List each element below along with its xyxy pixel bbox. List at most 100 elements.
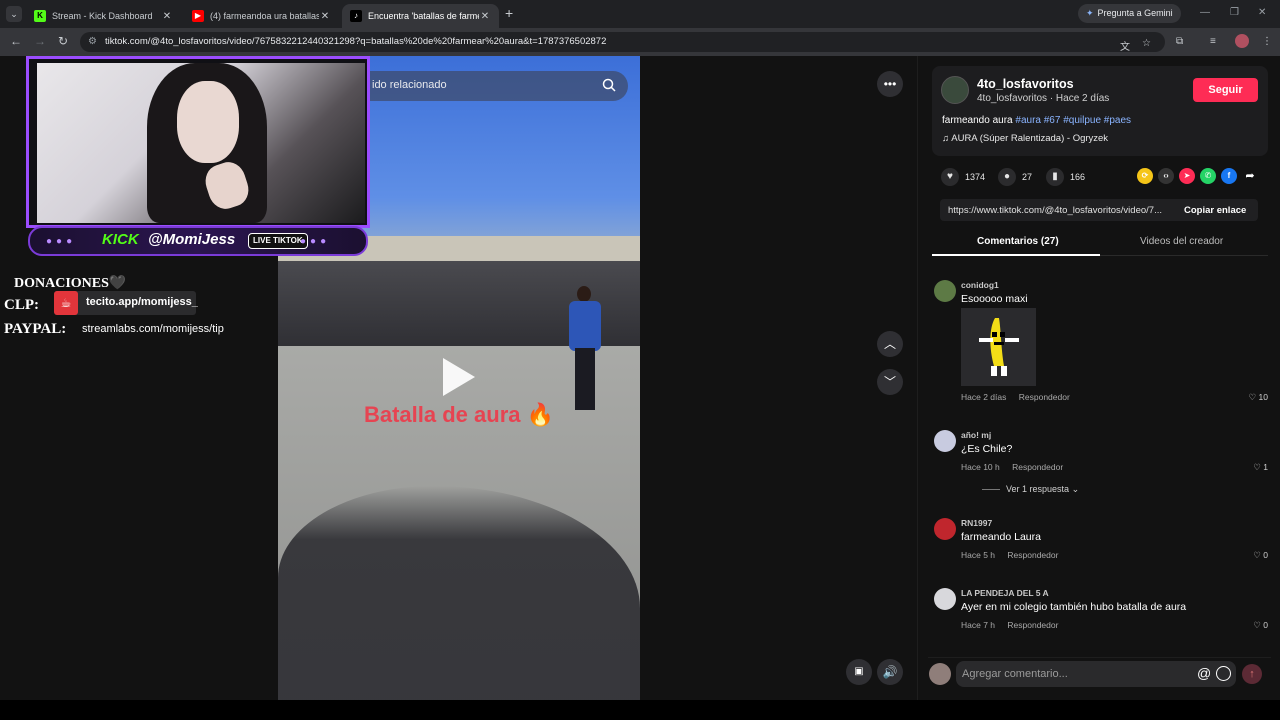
send-icon[interactable]: ➤	[1179, 168, 1195, 184]
reply-button[interactable]: Respondedor	[1012, 462, 1063, 472]
extensions-icon[interactable]: ⧉	[1176, 36, 1183, 47]
profile-avatar[interactable]	[1235, 34, 1249, 48]
tab-kick-dashboard[interactable]: K Stream - Kick Dashboard ✕	[26, 4, 181, 28]
music-title[interactable]: AURA (Súper Ralentizada) - Ogryzek	[951, 133, 1108, 144]
comment-meta: Hace 10 h Respondedor	[961, 462, 1073, 472]
reply-button[interactable]: Respondedor	[1019, 392, 1070, 402]
minimize-icon[interactable]: —	[1200, 7, 1210, 18]
tab-search-button[interactable]: ⌄	[6, 6, 22, 22]
facebook-icon[interactable]: f	[1221, 168, 1237, 184]
reply-button[interactable]: Respondedor	[1007, 550, 1058, 560]
active-tab-indicator	[932, 254, 1100, 256]
comment-time: Hace 5 h	[961, 550, 996, 560]
site-info-icon[interactable]: ⚙	[88, 36, 97, 47]
menu-icon[interactable]: ⋮	[1262, 36, 1272, 47]
more-options-icon[interactable]: •••	[877, 71, 903, 97]
like-button[interactable]: ♥ 1374	[941, 166, 985, 188]
youtube-icon: ▶	[192, 10, 204, 22]
clp-link: tecito.app/momijess_	[86, 296, 198, 308]
author-name[interactable]: 4to_losfavoritos	[977, 77, 1074, 91]
back-icon[interactable]: ←	[10, 34, 22, 48]
author-avatar[interactable]	[941, 76, 969, 104]
comment-like-button[interactable]: ♡ 10	[1249, 392, 1268, 403]
tab-comments[interactable]: Comentarios (27)	[977, 236, 1059, 247]
browser-tab-bar: ⌄ K Stream - Kick Dashboard ✕ ▶ (4) farm…	[0, 0, 1280, 28]
embed-icon[interactable]: ‹›	[1158, 168, 1174, 184]
comment-username[interactable]: RN1997	[961, 518, 992, 528]
search-bar[interactable]: ido relacionado	[352, 71, 628, 101]
emoji-icon[interactable]	[1216, 666, 1231, 681]
new-tab-button[interactable]: +	[505, 5, 513, 21]
save-button[interactable]: ▮ 166	[1046, 166, 1085, 188]
author-card: 4to_losfavoritos 4to_losfavoritos · Hace…	[932, 66, 1268, 156]
url-text[interactable]: tiktok.com/@4to_losfavoritos/video/76758…	[105, 36, 606, 47]
comment-username[interactable]: LA PENDEJA DEL 5 A	[961, 588, 1049, 598]
search-input[interactable]: ido relacionado	[372, 79, 447, 91]
comment-avatar[interactable]	[934, 588, 956, 610]
gemini-button[interactable]: ✦ Pregunta a Gemini	[1078, 4, 1181, 23]
share-url[interactable]: https://www.tiktok.com/@4to_losfavoritos…	[948, 205, 1176, 216]
comment-input[interactable]: Agregar comentario... @	[956, 661, 1236, 687]
close-tab-icon[interactable]: ✕	[161, 11, 173, 22]
current-user-avatar	[929, 663, 951, 685]
comment-button[interactable]: ● 27	[998, 166, 1032, 188]
reload-icon[interactable]: ↻	[58, 34, 68, 48]
comment-like-count: 10	[1258, 392, 1268, 402]
search-icon[interactable]	[602, 78, 616, 92]
maximize-icon[interactable]: ❐	[1230, 7, 1239, 18]
comment-like-button[interactable]: ♡ 1	[1253, 462, 1268, 473]
forward-icon[interactable]: →	[34, 34, 46, 48]
previous-video-icon[interactable]: ︿	[877, 331, 903, 357]
chevron-down-icon: ⌄	[1071, 484, 1080, 494]
play-icon[interactable]	[443, 358, 475, 396]
bookmark-star-icon[interactable]: ☆	[1142, 38, 1151, 49]
view-replies-button[interactable]: Ver 1 respuesta ⌄	[982, 484, 1079, 495]
comment-avatar[interactable]	[934, 280, 956, 302]
share-link-box: https://www.tiktok.com/@4to_losfavoritos…	[940, 199, 1258, 221]
video-stage: Batalla de aura 🔥 ido relacionado ••• ︿ …	[0, 56, 917, 700]
comment-time: Hace 7 h	[961, 620, 996, 630]
tab-creator-videos[interactable]: Videos del creador	[1140, 236, 1223, 247]
comment-text: ¿Es Chile?	[961, 443, 1013, 455]
next-video-icon[interactable]: ﹀	[877, 369, 903, 395]
comment-like-button[interactable]: ♡ 0	[1253, 620, 1268, 631]
comment-placeholder[interactable]: Agregar comentario...	[962, 668, 1068, 680]
reply-button[interactable]: Respondedor	[1007, 620, 1058, 630]
tab-tiktok[interactable]: ♪ Encuentra 'batallas de farmear ✕	[342, 4, 499, 28]
comment-username[interactable]: año! mj	[961, 430, 991, 440]
close-tab-icon[interactable]: ✕	[319, 11, 331, 22]
whatsapp-icon[interactable]: ✆	[1200, 168, 1216, 184]
post-comment-button[interactable]: ↑	[1242, 664, 1262, 684]
like-count: 1374	[965, 172, 986, 182]
comment-avatar[interactable]	[934, 430, 956, 452]
comment-item: año! mj ¿Es Chile? Hace 10 h Respondedor…	[934, 430, 1268, 500]
floating-player-icon[interactable]: ▣	[846, 659, 872, 685]
comment-username[interactable]: conidog1	[961, 280, 999, 290]
gemini-icon: ✦	[1086, 8, 1094, 18]
video-person	[565, 286, 605, 416]
tecito-icon: ☕	[54, 291, 78, 315]
comment-like-count: 0	[1263, 620, 1268, 630]
repost-icon[interactable]: ⟳	[1137, 168, 1153, 184]
comment-avatar[interactable]	[934, 518, 956, 540]
address-bar[interactable]: ⚙ tiktok.com/@4to_losfavoritos/video/767…	[80, 32, 1165, 53]
view-replies-label[interactable]: Ver 1 respuesta	[1006, 484, 1069, 494]
volume-icon[interactable]: 🔊	[877, 659, 903, 685]
music-row[interactable]: ♫ AURA (Súper Ralentizada) - Ogryzek	[942, 133, 1108, 144]
tab-youtube[interactable]: ▶ (4) farmeandoa ura batallas - Y ✕	[184, 4, 339, 28]
share-more-icon[interactable]: ➦	[1242, 168, 1258, 184]
kick-brand: KICK	[102, 231, 139, 248]
reading-list-icon[interactable]: ≡	[1210, 36, 1216, 47]
mention-icon[interactable]: @	[1197, 665, 1211, 681]
close-window-icon[interactable]: ✕	[1258, 7, 1266, 18]
clp-label: CLP:	[4, 297, 39, 313]
follow-button[interactable]: Seguir	[1193, 78, 1258, 102]
streamer-cam-overlay: ●●● KICK @MomiJess LIVE TIKTOK ●●●	[22, 56, 372, 256]
close-tab-icon[interactable]: ✕	[479, 11, 491, 22]
copy-link-button[interactable]: Copiar enlace	[1184, 205, 1246, 216]
comment-like-button[interactable]: ♡ 0	[1253, 550, 1268, 561]
translate-icon[interactable]: 文	[1120, 38, 1130, 53]
paypal-link: streamlabs.com/momijess/tip	[82, 323, 224, 335]
hashtags[interactable]: #aura #67 #quilpue #paes	[1015, 115, 1131, 126]
tiktok-live-badge: LIVE TIKTOK	[248, 233, 308, 249]
